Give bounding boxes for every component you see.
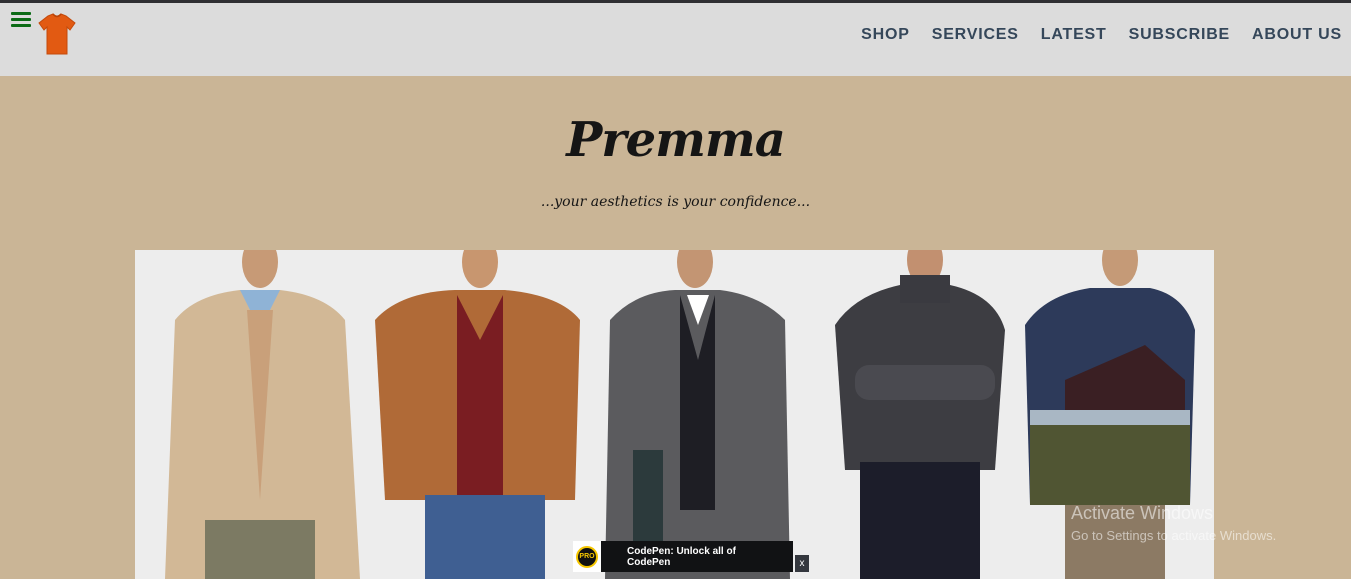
codepen-pro-banner[interactable]: PRO CodePen: Unlock all of CodePen: [573, 541, 793, 572]
brand-tagline: ...your aesthetics is your confidence...: [540, 194, 811, 210]
five-models-photo: [135, 250, 1214, 579]
watermark-subtitle: Go to Settings to activate Windows.: [1071, 528, 1277, 543]
activate-windows-watermark: Activate Windows Go to Settings to activ…: [1071, 503, 1276, 543]
hero-image: [135, 250, 1214, 579]
nav-link-shop[interactable]: SHOP: [861, 26, 910, 44]
codepen-banner-text[interactable]: CodePen: Unlock all of CodePen: [601, 541, 793, 572]
codepen-pro-icon: PRO: [573, 541, 601, 572]
watermark-title: Activate Windows: [1071, 503, 1214, 523]
pro-badge: PRO: [576, 545, 598, 568]
nav-link-subscribe[interactable]: SUBSCRIBE: [1129, 26, 1230, 44]
nav-links: SHOP SERVICES LATEST SUBSCRIBE ABOUT US: [861, 26, 1342, 44]
navbar: SHOP SERVICES LATEST SUBSCRIBE ABOUT US: [0, 3, 1351, 76]
tshirt-logo-icon[interactable]: [34, 10, 80, 56]
nav-link-about-us[interactable]: ABOUT US: [1252, 26, 1342, 44]
brand-title: Premma: [566, 112, 786, 168]
hamburger-menu-icon[interactable]: [11, 12, 31, 28]
nav-link-latest[interactable]: LATEST: [1041, 26, 1107, 44]
nav-link-services[interactable]: SERVICES: [932, 26, 1019, 44]
close-banner-button[interactable]: x: [795, 555, 809, 572]
